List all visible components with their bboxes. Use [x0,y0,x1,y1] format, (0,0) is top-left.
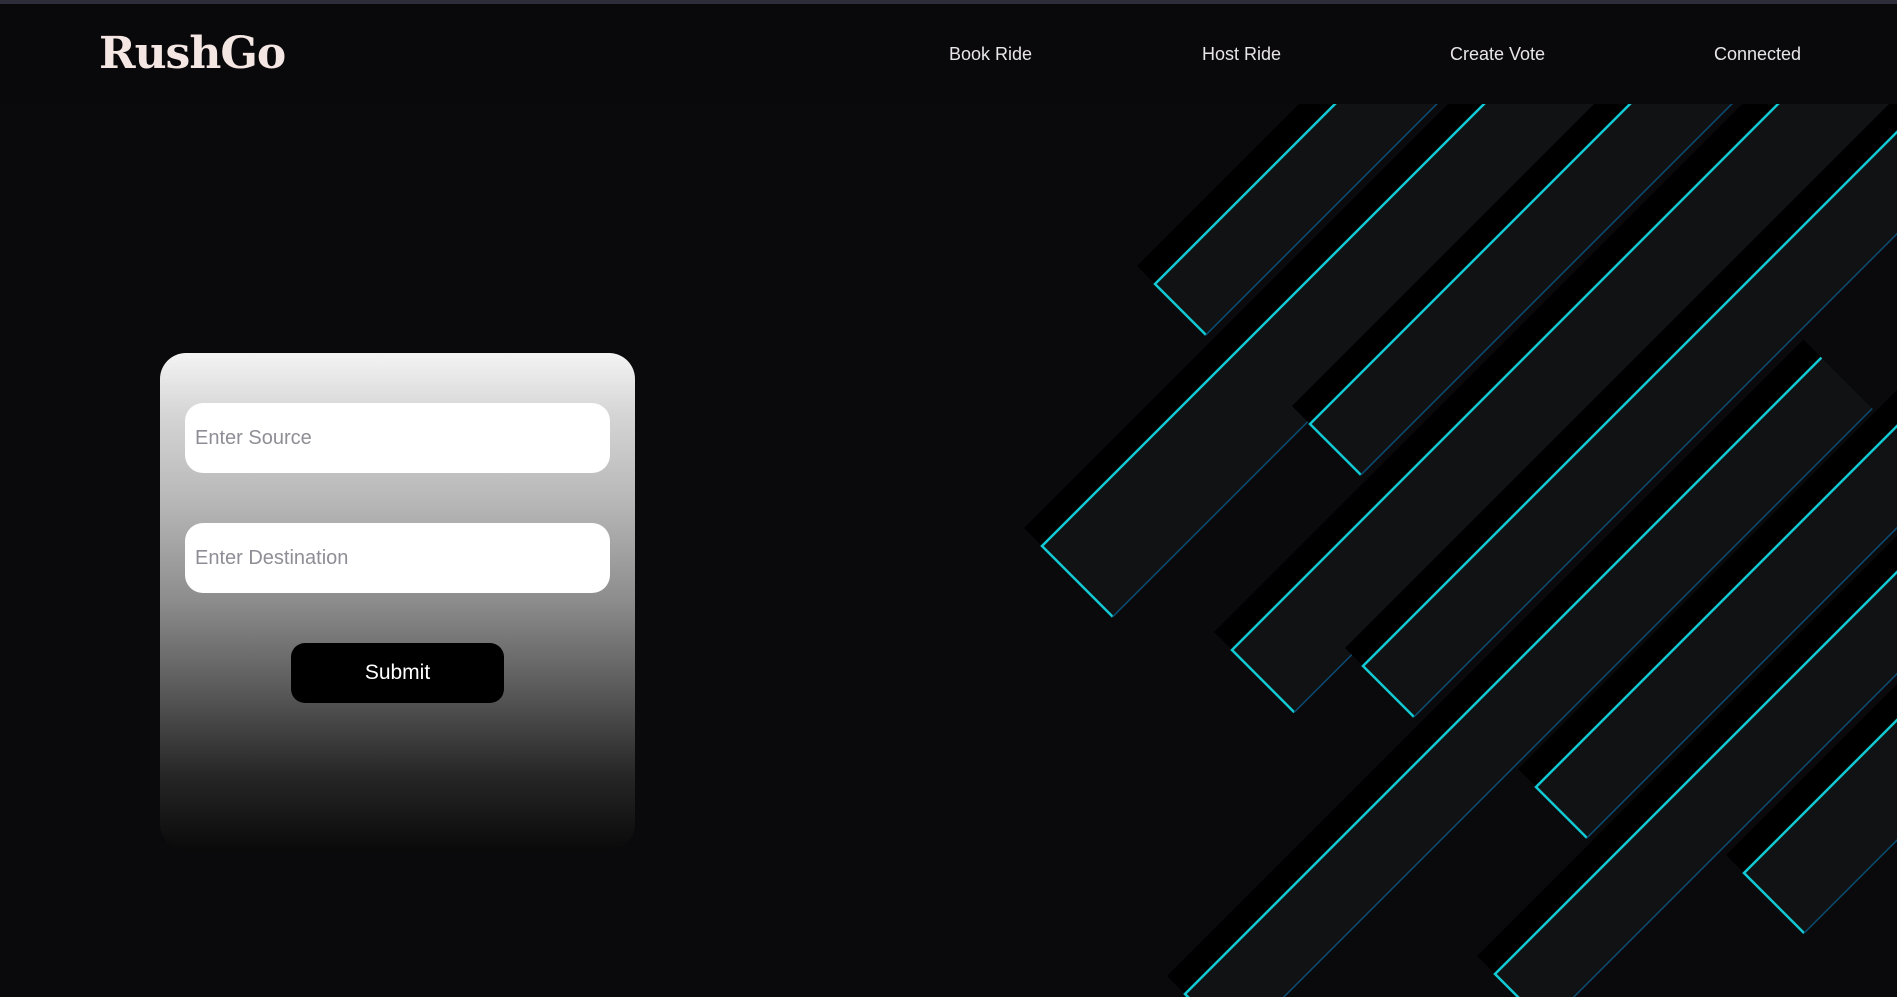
destination-input[interactable] [185,523,610,593]
ride-form-card: Submit [160,353,635,850]
brand-logo[interactable]: RushGo [99,28,286,79]
nav-create-vote[interactable]: Create Vote [1450,44,1545,65]
nav-book-ride[interactable]: Book Ride [949,44,1032,65]
nav-host-ride[interactable]: Host Ride [1202,44,1281,65]
navbar: RushGo Book Ride Host Ride Create Vote C… [0,4,1897,104]
nav-connected-status[interactable]: Connected [1714,44,1801,65]
page: RushGo Book Ride Host Ride Create Vote C… [0,0,1897,997]
submit-button[interactable]: Submit [291,643,504,703]
source-input[interactable] [185,403,610,473]
